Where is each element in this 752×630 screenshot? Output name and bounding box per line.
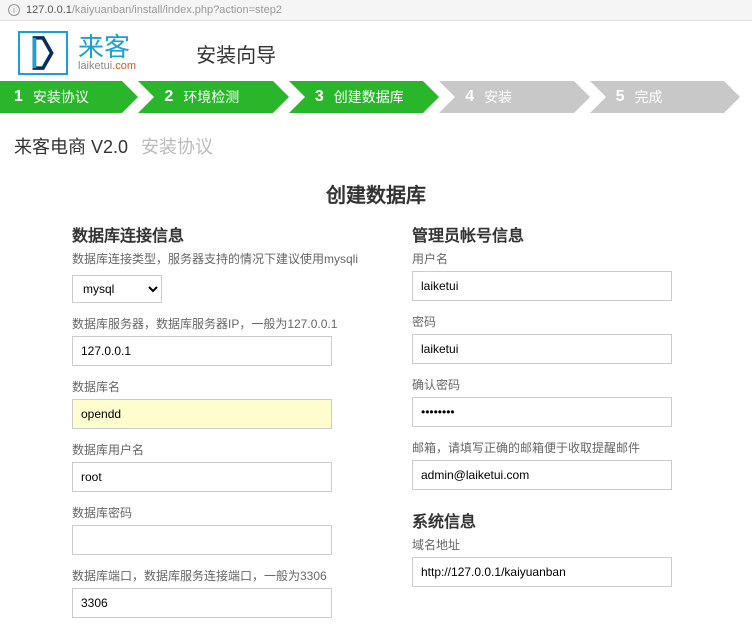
db-driver-hint: 数据库连接类型，服务器支持的情况下建议使用mysqli <box>72 250 372 267</box>
url-text: 127.0.0.1/kaiyuanban/install/index.php?a… <box>26 4 282 16</box>
browser-address-bar: i 127.0.0.1/kaiyuanban/install/index.php… <box>0 0 752 21</box>
db-host-label: 数据库服务器，数据库服务器IP，一般为127.0.0.1 <box>72 315 372 332</box>
wizard-title: 安装向导 <box>196 39 276 68</box>
step-label: 环境检测 <box>183 87 239 107</box>
admin-section-title: 管理员帐号信息 <box>412 222 712 246</box>
system-section-title: 系统信息 <box>412 508 712 532</box>
step-label: 创建数据库 <box>334 87 404 107</box>
admin-column: 管理员帐号信息 用户名 密码 确认密码 邮箱，请填写正确的邮箱便于收取提醒邮件 … <box>412 222 712 630</box>
admin-pwd-label: 密码 <box>412 313 712 330</box>
step-1: 1 安装协议 <box>0 81 122 113</box>
admin-user-input[interactable] <box>412 271 672 301</box>
sub-heading: 来客电商 V2.0 安装协议 <box>0 125 752 175</box>
form-area: 数据库连接信息 数据库连接类型，服务器支持的情况下建议使用mysqli mysq… <box>0 222 752 630</box>
brand-domain: laiketui.com <box>78 60 136 72</box>
admin-pwd2-input[interactable] <box>412 397 672 427</box>
header: 来客 laiketui.com 安装向导 <box>0 21 752 81</box>
admin-email-input[interactable] <box>412 460 672 490</box>
step-number: 5 <box>616 88 625 106</box>
db-name-input[interactable] <box>72 399 332 429</box>
db-column: 数据库连接信息 数据库连接类型，服务器支持的情况下建议使用mysqli mysq… <box>72 222 372 630</box>
info-icon: i <box>8 4 20 16</box>
step-number: 3 <box>315 88 324 106</box>
admin-user-label: 用户名 <box>412 250 712 267</box>
step-5: 5 完成 <box>590 81 724 113</box>
db-port-label: 数据库端口，数据库服务连接端口，一般为3306 <box>72 567 372 584</box>
admin-pwd2-label: 确认密码 <box>412 376 712 393</box>
db-driver-select[interactable]: mysqlmysqli <box>72 275 162 303</box>
step-number: 4 <box>465 88 474 106</box>
step-3: 3 创建数据库 <box>289 81 423 113</box>
db-port-input[interactable] <box>72 588 332 618</box>
page-title: 创建数据库 <box>0 179 752 208</box>
step-number: 1 <box>14 88 23 106</box>
site-url-input[interactable] <box>412 557 672 587</box>
step-2: 2 环境检测 <box>138 81 272 113</box>
sub-muted: 安装协议 <box>141 137 213 157</box>
db-user-label: 数据库用户名 <box>72 441 372 458</box>
db-user-input[interactable] <box>72 462 332 492</box>
step-label: 安装协议 <box>33 87 89 107</box>
db-pwd-input[interactable] <box>72 525 332 555</box>
step-bar: 1 安装协议 2 环境检测 3 创建数据库 4 安装 5 完成 <box>0 81 752 113</box>
step-label: 完成 <box>635 87 663 107</box>
step-number: 2 <box>164 88 173 106</box>
brand: 来客 laiketui.com <box>78 34 136 72</box>
db-name-label: 数据库名 <box>72 378 372 395</box>
db-section-title: 数据库连接信息 <box>72 222 372 246</box>
db-host-input[interactable] <box>72 336 332 366</box>
brand-name: 来客 <box>78 34 136 60</box>
product-name: 来客电商 V2.0 <box>14 137 128 157</box>
admin-pwd-input[interactable] <box>412 334 672 364</box>
step-4: 4 安装 <box>439 81 573 113</box>
step-label: 安装 <box>484 87 512 107</box>
site-url-label: 域名地址 <box>412 536 712 553</box>
logo-icon <box>27 35 59 71</box>
logo <box>18 31 68 75</box>
admin-email-label: 邮箱，请填写正确的邮箱便于收取提醒邮件 <box>412 439 712 456</box>
db-pwd-label: 数据库密码 <box>72 504 372 521</box>
